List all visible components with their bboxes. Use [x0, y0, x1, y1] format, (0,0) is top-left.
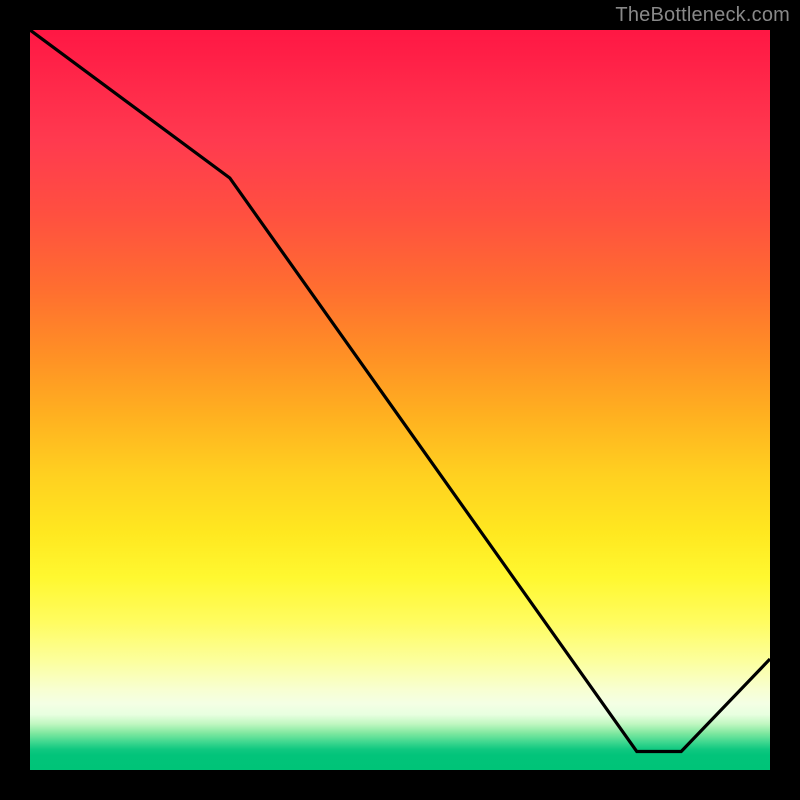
chart-frame: TheBottleneck.com — [0, 0, 800, 800]
bottleneck-curve-path — [30, 30, 770, 752]
line-chart-svg — [30, 30, 770, 770]
watermark-text: TheBottleneck.com — [615, 4, 790, 27]
plot-area — [30, 30, 770, 770]
